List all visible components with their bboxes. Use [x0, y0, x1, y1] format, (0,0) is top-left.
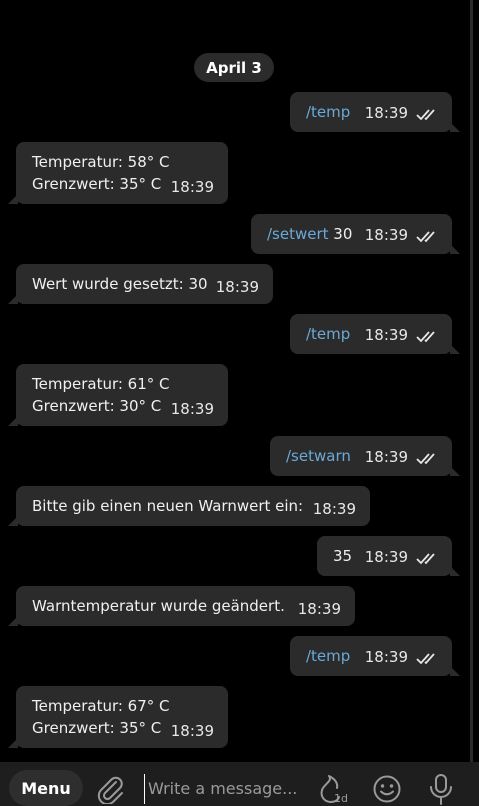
double-check-icon — [416, 653, 435, 665]
outgoing-message[interactable]: /temp 18:39 — [290, 314, 460, 354]
command-link[interactable]: /setwert — [267, 225, 329, 243]
paperclip-icon[interactable] — [96, 774, 124, 804]
microphone-icon[interactable] — [427, 772, 455, 806]
message-line: Grenzwert: 35° C — [32, 175, 162, 193]
message-line: Temperatur: 58° C — [32, 153, 170, 171]
incoming-message[interactable]: Wert wurde gesetzt: 30 18:39 — [8, 264, 273, 304]
command-link[interactable]: /temp — [306, 103, 350, 121]
timer-label: 1d — [334, 792, 348, 804]
menu-button[interactable]: Menu — [9, 770, 83, 806]
incoming-message[interactable]: Temperatur: 67° C Grenzwert: 35° C 18:39 — [8, 686, 228, 748]
message-time: 18:39 — [170, 178, 214, 196]
date-separator: April 3 — [194, 53, 274, 82]
message-line: Temperatur: 67° C — [32, 697, 170, 715]
message-line: Temperatur: 61° C — [32, 375, 170, 393]
outgoing-message[interactable]: /temp 18:39 — [290, 92, 460, 132]
incoming-message[interactable]: Bitte gib einen neuen Warnwert ein: 18:3… — [8, 486, 370, 526]
message-time: 18:39 — [215, 278, 259, 296]
double-check-icon — [416, 553, 435, 565]
message-time: 18:39 — [364, 104, 408, 122]
message-text: 35 — [333, 547, 353, 565]
message-time: 18:39 — [170, 722, 214, 740]
outgoing-message[interactable]: /temp 18:39 — [290, 636, 460, 676]
incoming-message[interactable]: Temperatur: 61° C Grenzwert: 30° C 18:39 — [8, 364, 228, 426]
message-time: 18:39 — [170, 400, 214, 418]
double-check-icon — [416, 231, 435, 243]
double-check-icon — [416, 453, 435, 465]
message-time: 18:39 — [297, 600, 341, 618]
emoji-icon[interactable] — [372, 774, 402, 804]
message-time: 18:39 — [364, 448, 408, 466]
double-check-icon — [416, 109, 435, 121]
scrollbar[interactable] — [470, 0, 473, 762]
outgoing-message[interactable]: /setwert 30 18:39 — [251, 214, 460, 254]
command-argument: 30 — [328, 225, 353, 243]
message-input[interactable]: Write a message... — [144, 774, 314, 804]
message-line: Grenzwert: 30° C — [32, 397, 162, 415]
command-link[interactable]: /setwarn — [286, 447, 351, 465]
outgoing-message[interactable]: 35 18:39 — [317, 536, 460, 576]
message-line: Warntemperatur wurde geändert. — [32, 597, 285, 615]
message-time: 18:39 — [364, 548, 408, 566]
flame-timer-icon[interactable]: 1d — [316, 772, 348, 804]
message-line: Grenzwert: 35° C — [32, 719, 162, 737]
message-line: Bitte gib einen neuen Warnwert ein: — [32, 497, 304, 515]
command-link[interactable]: /temp — [306, 325, 350, 343]
outgoing-message[interactable]: /setwarn 18:39 — [270, 436, 460, 476]
message-time: 18:39 — [312, 500, 356, 518]
message-line: Wert wurde gesetzt: 30 — [32, 275, 208, 293]
message-time: 18:39 — [364, 326, 408, 344]
incoming-message[interactable]: Temperatur: 58° C Grenzwert: 35° C 18:39 — [8, 142, 228, 204]
incoming-message[interactable]: Warntemperatur wurde geändert. 18:39 — [8, 586, 355, 626]
message-time: 18:39 — [364, 648, 408, 666]
message-time: 18:39 — [364, 226, 408, 244]
command-link[interactable]: /temp — [306, 647, 350, 665]
double-check-icon — [416, 331, 435, 343]
